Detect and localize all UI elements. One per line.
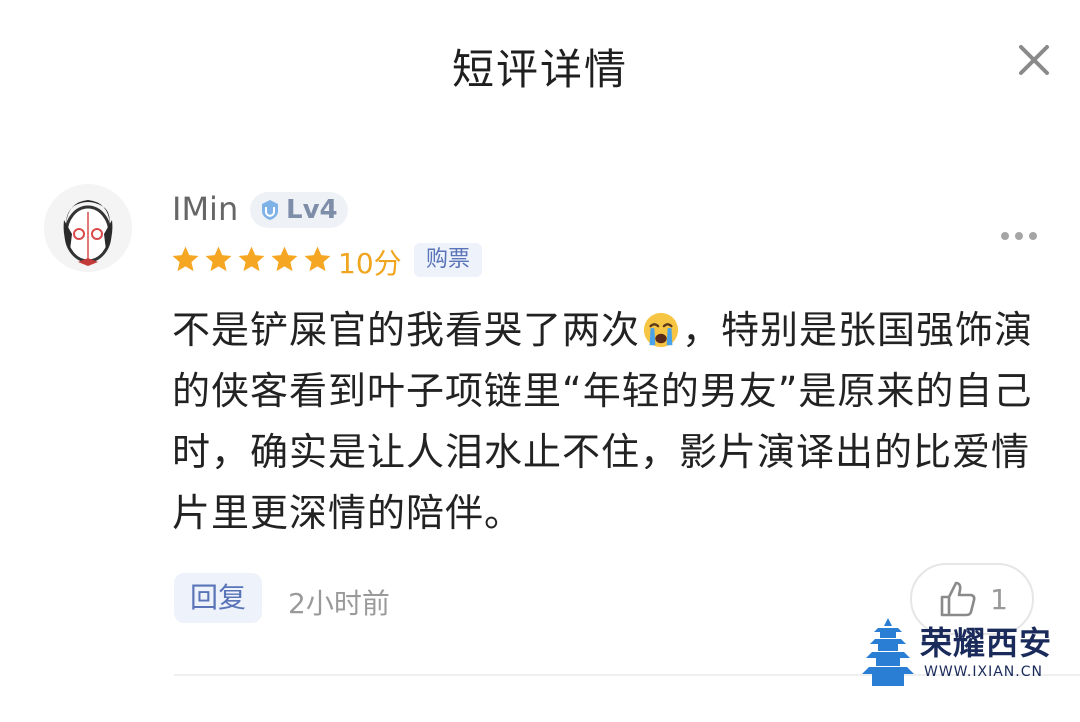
comment-text-part1: 不是铲屎官的我看哭了两次 — [172, 308, 641, 352]
star-icon — [172, 246, 199, 272]
like-count: 1 — [990, 582, 1008, 616]
watermark-text: 荣耀西安 — [920, 624, 1053, 662]
star-icon — [304, 246, 331, 272]
avatar[interactable] — [44, 184, 132, 272]
watermark-url: WWW.IXIAN.CN — [924, 664, 1043, 680]
page-title: 短评详情 — [451, 45, 628, 94]
close-icon — [1019, 45, 1049, 75]
reply-button[interactable]: 回复 — [174, 573, 263, 623]
level-label: Lv4 — [286, 195, 338, 225]
level-shield-icon — [262, 200, 278, 220]
crying-face-icon — [643, 312, 679, 348]
comment-detail-sheet: 短评详情 IMin Lv4 10分 购票 不是铲屎官的我看哭了两次 ，特别是张国… — [0, 0, 1080, 722]
rating-score: 10分 — [338, 247, 402, 280]
comment-text: 不是铲屎官的我看哭了两次 ，特别是张国强饰演的侠客看到叶子项链里“年轻的男友”是… — [172, 300, 1042, 544]
close-button[interactable] — [1014, 40, 1054, 80]
level-badge: Lv4 — [250, 192, 348, 228]
ticket-tag: 购票 — [414, 243, 483, 277]
more-options-button[interactable] — [1000, 222, 1038, 242]
star-icon — [238, 246, 265, 272]
avatar-image — [44, 184, 132, 272]
username[interactable]: IMin — [172, 190, 238, 228]
star-icon — [271, 246, 298, 272]
more-icon — [1001, 232, 1037, 240]
star-rating — [170, 244, 333, 275]
comment-time: 2小时前 — [288, 587, 390, 620]
watermark: 荣耀西安 WWW.IXIAN.CN — [860, 616, 1060, 688]
star-icon — [205, 246, 232, 272]
thumbs-up-icon — [940, 581, 976, 617]
pagoda-logo-icon — [862, 618, 914, 686]
